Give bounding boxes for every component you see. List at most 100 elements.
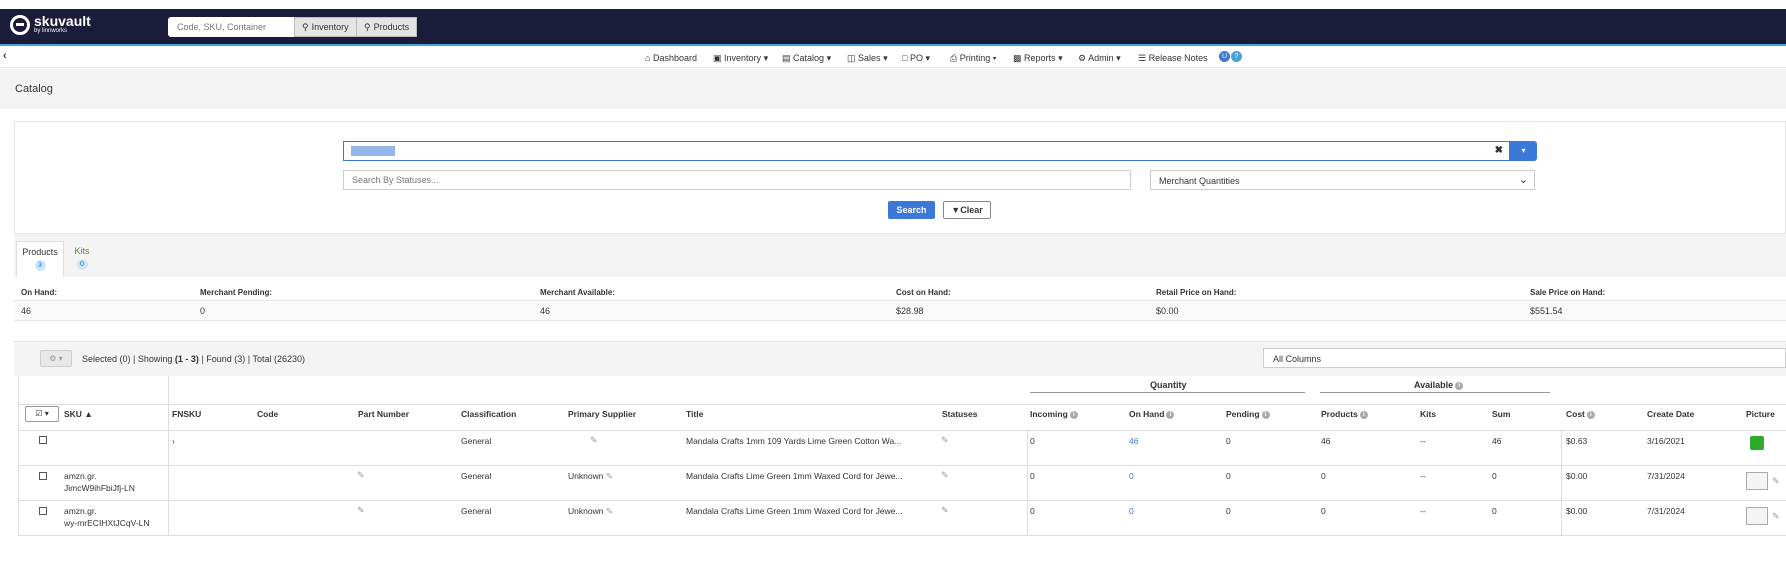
column-divider [1561, 430, 1562, 535]
column-header-primary-supplier[interactable]: Primary Supplier [568, 409, 636, 419]
nav-release-notes[interactable]: ☰ Release Notes [1138, 53, 1208, 64]
cell-on-hand-link[interactable]: 46 [1129, 436, 1138, 446]
cart-icon: ◫ [847, 53, 856, 63]
column-header-sku[interactable]: SKU ▲ [64, 409, 93, 419]
nav-inventory[interactable]: ▣ Inventory ▾ [713, 53, 768, 64]
global-search-input[interactable] [168, 17, 294, 37]
logo-icon [10, 14, 30, 35]
info-icon: i [1166, 410, 1175, 419]
edit-pencil-icon[interactable]: ✎ [357, 470, 365, 481]
edit-pencil-icon[interactable]: ✎ [941, 435, 949, 446]
column-header-cost[interactable]: Cost i [1566, 409, 1595, 419]
summary-label: Merchant Available: [540, 288, 615, 297]
cell-primary-supplier: Unknown ✎ [568, 471, 613, 481]
cell-pending: 0 [1226, 436, 1231, 446]
expand-chevron-icon[interactable]: › [172, 436, 175, 446]
nav-reports[interactable]: ▩ Reports ▾ [1013, 53, 1063, 64]
back-chevron-icon[interactable]: ‹ [3, 50, 7, 62]
cell-sum: 0 [1492, 471, 1497, 481]
user-avatar[interactable]: U [1219, 51, 1230, 62]
image-placeholder-icon[interactable] [1746, 472, 1768, 490]
cell-on-hand-link[interactable]: 0 [1129, 506, 1134, 516]
clear-input-icon[interactable]: ✖ [1495, 145, 1503, 156]
brand-sub: by linnworks [34, 28, 68, 34]
cell-cost: $0.00 [1566, 471, 1588, 481]
edit-pencil-icon[interactable]: ✎ [606, 471, 613, 481]
column-header-incoming[interactable]: Incoming i [1030, 409, 1078, 419]
column-header-part-number[interactable]: Part Number [358, 409, 409, 419]
filter-icon: ▼ [951, 205, 961, 215]
status-search-input[interactable] [343, 170, 1131, 190]
nav-admin[interactable]: ⚙ Admin ▾ [1078, 53, 1121, 64]
summary-value: $28.98 [896, 306, 924, 316]
row-checkbox[interactable] [39, 436, 47, 444]
summary-value: $0.00 [1156, 306, 1179, 316]
columns-select[interactable]: All Columns [1263, 348, 1786, 368]
select-all-dropdown[interactable]: ☑ ▾ [25, 406, 59, 422]
tab-products[interactable]: Products 3 [16, 241, 64, 277]
bulk-actions-button[interactable]: ⚙ ▾ [40, 350, 72, 367]
search-button[interactable]: Search [888, 201, 935, 219]
info-icon: i [1586, 410, 1595, 419]
edit-pencil-icon[interactable]: ✎ [357, 505, 365, 516]
edit-pencil-icon[interactable]: ✎ [590, 435, 598, 446]
products-search-button[interactable]: ⚲ Products [356, 17, 418, 37]
catalog-search-input[interactable]: ✖ [343, 141, 1510, 161]
column-header-create-date[interactable]: Create Date [1647, 409, 1694, 419]
sort-asc-icon: ▲ [84, 409, 93, 419]
cell-sku[interactable]: amzn.gr. [64, 506, 97, 516]
edit-pencil-icon[interactable]: ✎ [941, 470, 949, 481]
column-header-pending[interactable]: Pending i [1226, 409, 1270, 419]
cell-sku-line2[interactable]: wy-mrECIHXtJCqV-LN [64, 518, 149, 528]
column-header-on-hand[interactable]: On Hand i [1129, 409, 1175, 419]
row-checkbox[interactable] [39, 472, 47, 480]
clear-button[interactable]: ▼Clear [943, 201, 991, 219]
cell-title[interactable]: Mandala Crafts 1mm 109 Yards Lime Green … [686, 436, 901, 446]
nav-po[interactable]: □ PO ▾ [902, 53, 930, 64]
merchant-quantities-select[interactable]: Merchant Quantities ⌄ [1150, 170, 1535, 190]
search-icon: ⚲ [364, 21, 371, 32]
summary-value: 46 [540, 306, 551, 316]
edit-pencil-icon[interactable]: ✎ [1772, 511, 1780, 522]
caret-down-icon: ▾ [883, 53, 888, 63]
cell-kits: -- [1420, 471, 1426, 481]
edit-pencil-icon[interactable]: ✎ [606, 506, 613, 516]
edit-pencil-icon[interactable]: ✎ [941, 505, 949, 516]
row-checkbox[interactable] [39, 507, 47, 515]
help-icon[interactable]: ? [1231, 51, 1242, 62]
main-nav [0, 48, 1786, 68]
grid-info: Selected (0) | Showing (1 - 3) | Found (… [82, 354, 306, 364]
nav-sales[interactable]: ◫ Sales ▾ [847, 53, 888, 64]
cell-sku[interactable]: amzn.gr. [64, 471, 97, 481]
cell-classification: General [461, 471, 492, 481]
caret-down-icon: ▾ [1521, 146, 1526, 155]
cell-title[interactable]: Mandala Crafts Lime Green 1mm Waxed Cord… [686, 506, 903, 516]
column-header-fnsku[interactable]: FNSKU [172, 409, 201, 419]
cell-title[interactable]: Mandala Crafts Lime Green 1mm Waxed Cord… [686, 471, 903, 481]
logo[interactable]: skuvault by linnworks [10, 14, 91, 35]
inventory-search-button[interactable]: ⚲ Inventory [294, 17, 357, 37]
nav-catalog[interactable]: ▤ Catalog ▾ [782, 53, 831, 64]
column-header-statuses[interactable]: Statuses [942, 409, 977, 419]
column-header-code[interactable]: Code [257, 409, 278, 419]
column-header-products[interactable]: Products i [1321, 409, 1368, 419]
column-header-title[interactable]: Title [686, 409, 703, 419]
column-header-classification[interactable]: Classification [461, 409, 516, 419]
nav-dashboard[interactable]: ⌂ Dashboard [645, 53, 697, 63]
search-options-dropdown[interactable]: ▾ [1510, 141, 1537, 161]
cell-on-hand-link[interactable]: 0 [1129, 471, 1134, 481]
product-thumbnail[interactable] [1750, 436, 1764, 450]
column-header-sum[interactable]: Sum [1492, 409, 1510, 419]
edit-pencil-icon[interactable]: ✎ [1772, 476, 1780, 487]
cell-classification: General [461, 436, 492, 446]
nav-printing[interactable]: ⎙ Printing ▾ [950, 53, 997, 64]
column-header-kits[interactable]: Kits [1420, 409, 1436, 419]
image-placeholder-icon[interactable] [1746, 507, 1768, 525]
cell-sku-line2[interactable]: JimcW9ihFbiJfj-LN [64, 483, 135, 493]
cell-create-date: 3/16/2021 [1647, 436, 1685, 446]
summary-label: Merchant Pending: [200, 288, 273, 297]
column-header-picture: Picture [1746, 409, 1775, 419]
cell-products: 0 [1321, 471, 1326, 481]
info-icon: i [1261, 410, 1270, 419]
tab-kits[interactable]: Kits 0 [58, 241, 106, 277]
